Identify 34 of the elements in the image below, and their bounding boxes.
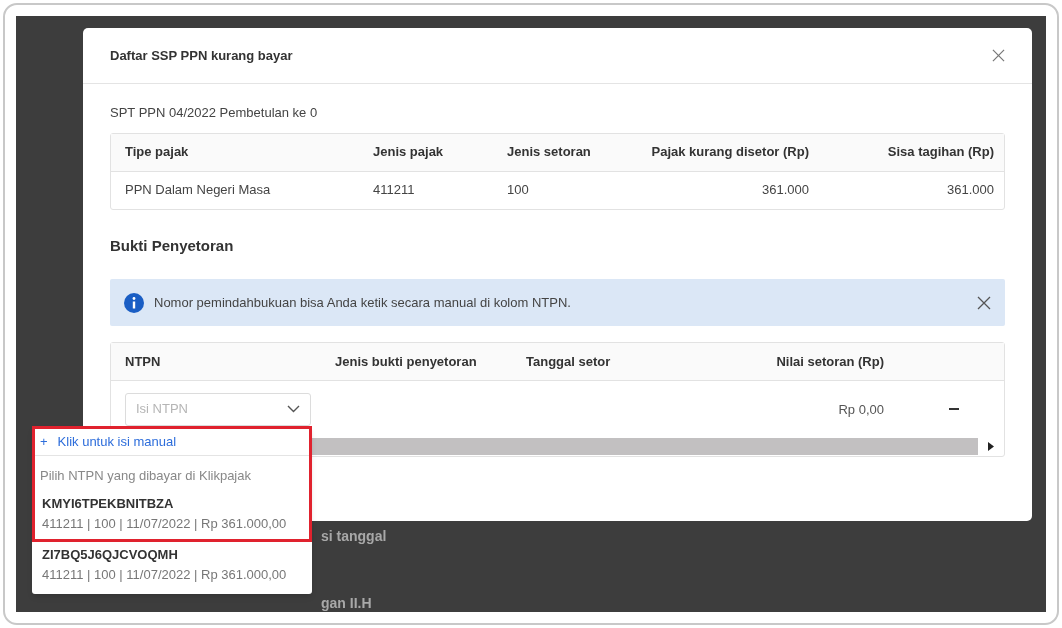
column-header: Tanggal setor (526, 352, 612, 371)
background-text: si tanggal (321, 527, 387, 546)
close-icon[interactable] (977, 295, 991, 310)
ntpn-details: 411211 | 100 | 11/07/2022 | Rp 361.000,00 (42, 514, 288, 533)
column-header: Jenis bukti penyetoran (335, 352, 478, 371)
manual-entry-option[interactable]: + Klik untuk isi manual (35, 429, 309, 456)
table-cell-text: PPN Dalam Negeri Masa (125, 181, 272, 200)
info-text: Nomor pemindahbukuan bisa Anda ketik secara manual di kolom NTPN. (154, 293, 572, 312)
table-cell-text: 100 (507, 181, 530, 200)
ntpn-code: ZI7BQ5J6QJCVOQMH (42, 545, 179, 564)
dialog-title: Daftar SSP PPN kurang bayar (110, 46, 293, 65)
report-subtitle: SPT PPN 04/2022 Pembetulan ke 0 (110, 104, 319, 122)
ntpn-code: KMYI6TPEKBNITBZA (42, 494, 175, 513)
info-icon (124, 292, 144, 313)
ntpn-option[interactable]: ZI7BQ5J6QJCVOQMH 411211 | 100 | 11/07/2022 | Rp 361.000,00 (35, 541, 309, 588)
close-icon[interactable] (992, 49, 1005, 62)
column-header: Pajak kurang disetor (Rp) (651, 143, 809, 162)
column-header: NTPN (125, 352, 162, 371)
column-header: Sisa tagihan (Rp) (887, 143, 994, 162)
column-header: Tipe pajak (125, 143, 190, 162)
table-cell-text: Rp 0,00 (838, 401, 884, 420)
table-cell-text: 361.000 (762, 181, 809, 200)
table-cell-text: 411211 (373, 181, 416, 200)
table-cell-text: 361.000 (947, 181, 994, 200)
column-header: Nilai setoran (Rp) (776, 352, 884, 371)
ntpn-details: 411211 | 100 | 11/07/2022 | Rp 361.000,00 (42, 565, 288, 584)
column-header: Jenis setoran (507, 143, 592, 162)
section-title: Bukti Penyetoran (110, 235, 235, 256)
scroll-right-icon[interactable] (988, 442, 994, 451)
background-text: gan II.H (321, 594, 373, 613)
chevron-down-icon (287, 405, 300, 413)
ntpn-option[interactable]: KMYI6TPEKBNITBZA 411211 | 100 | 11/07/2022 | Rp 361.000,00 (35, 490, 309, 537)
group-label: Pilih NTPN yang dibayar di Klikpajak (39, 467, 252, 485)
column-header: Jenis pajak (373, 143, 445, 162)
